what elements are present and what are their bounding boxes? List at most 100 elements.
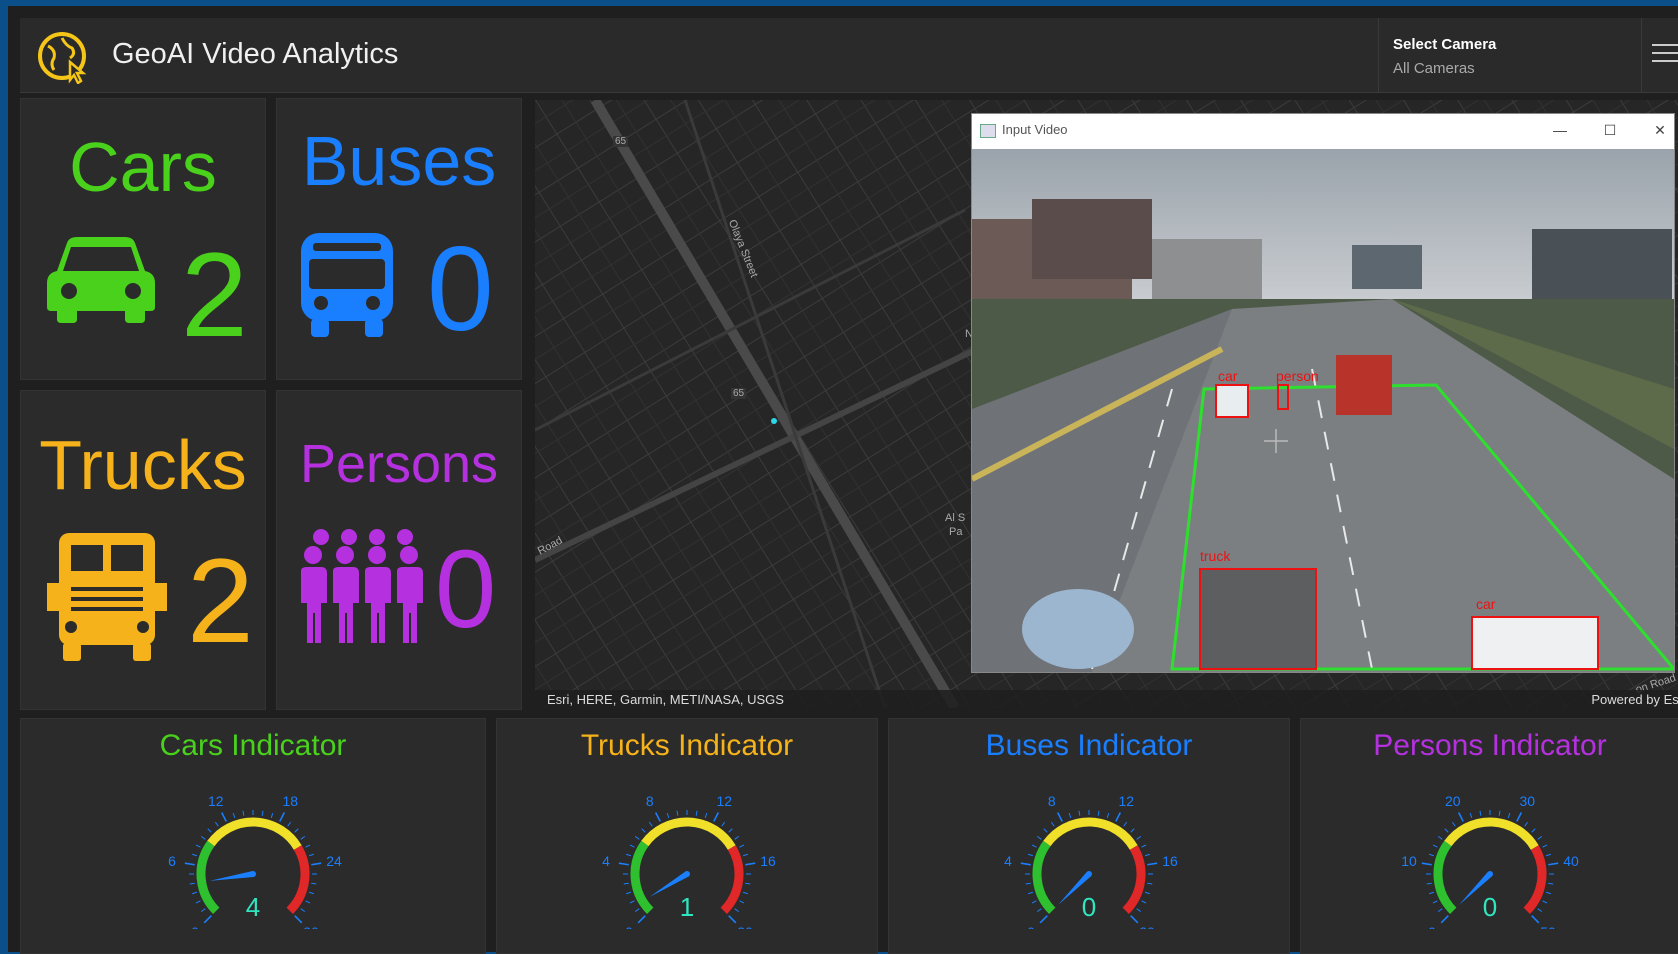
gauge-tick bbox=[1078, 810, 1081, 816]
gauge-band bbox=[720, 845, 744, 914]
gauge-tick bbox=[279, 812, 286, 822]
gauge-tick bbox=[1548, 882, 1554, 885]
gauge-band bbox=[1523, 845, 1547, 914]
persons-gauge: 0 10 20 30 40 50 0 bbox=[1401, 793, 1579, 929]
gauge-tick bbox=[1043, 828, 1048, 833]
video-titlebar[interactable]: Input Video — ☐ ✕ bbox=[972, 114, 1674, 146]
gauge-tick bbox=[220, 812, 227, 822]
minimize-icon[interactable]: — bbox=[1548, 120, 1572, 140]
gauge-tick bbox=[634, 908, 640, 913]
gauge-tick bbox=[261, 810, 264, 816]
gauge-needle-hub bbox=[684, 871, 690, 877]
gauge-tick bbox=[308, 891, 315, 895]
gauge-tick-label: 30 bbox=[1519, 793, 1535, 809]
gauge-band bbox=[641, 817, 736, 850]
camera-select[interactable]: Select Camera All Cameras bbox=[1378, 18, 1642, 92]
camera-location-marker[interactable] bbox=[771, 418, 777, 424]
detection-label: truck bbox=[1200, 548, 1231, 564]
input-video-window[interactable]: Input Video — ☐ ✕ car person truck car bbox=[971, 113, 1675, 673]
trucks-count-tile: Trucks 2 bbox=[20, 390, 266, 710]
gauge-tick bbox=[305, 900, 311, 904]
gauge-tick bbox=[1141, 900, 1147, 904]
gauge-tick bbox=[200, 908, 206, 913]
detection-label: car bbox=[1218, 368, 1238, 384]
gauge-tick bbox=[1421, 862, 1432, 866]
gauge-tick-label: 0 bbox=[625, 924, 633, 929]
gauge-tick bbox=[1437, 835, 1443, 840]
gauge-tick bbox=[294, 915, 303, 924]
gauge-tick bbox=[1428, 853, 1435, 857]
gauge-value: 1 bbox=[680, 892, 694, 922]
gauge-tick bbox=[1039, 915, 1048, 924]
trucks-indicator-panel: Trucks Indicator 0 4 8 12 16 20 1 bbox=[496, 718, 878, 954]
gauge-tick bbox=[308, 853, 315, 857]
gauge-tick-label: 50 bbox=[1540, 924, 1556, 929]
buses-tile-title: Buses bbox=[301, 122, 497, 200]
gauge-tick bbox=[1428, 891, 1435, 895]
gauge-band bbox=[1032, 840, 1056, 914]
gauge-tick bbox=[1056, 812, 1063, 822]
gauge-tick bbox=[728, 828, 733, 833]
cars-indicator-panel: Cars Indicator 0 6 12 18 24 30 4 bbox=[20, 718, 486, 954]
gauge-tick bbox=[1141, 844, 1147, 848]
gauge-tick bbox=[1432, 900, 1438, 904]
gauge-tick bbox=[287, 821, 292, 827]
buses-count: 0 bbox=[427, 222, 494, 356]
gauge-tick bbox=[203, 915, 212, 924]
gauge-tick bbox=[1516, 812, 1523, 822]
cars-count: 2 bbox=[181, 228, 248, 362]
gauge-tick-label: 12 bbox=[716, 793, 732, 809]
buses-count-tile: Buses 0 bbox=[276, 98, 522, 380]
route-shield-label: 65 bbox=[731, 388, 747, 399]
gauge-tick bbox=[676, 810, 679, 816]
gauge-tick bbox=[734, 908, 740, 913]
gauge-tick bbox=[1027, 853, 1034, 857]
hamburger-menu-icon[interactable] bbox=[1652, 38, 1678, 68]
gauge-tick-label: 20 bbox=[1445, 793, 1461, 809]
gauge-band bbox=[1122, 845, 1146, 914]
gauge-tick bbox=[270, 812, 274, 819]
gauge-tick bbox=[1531, 828, 1536, 833]
gauge-value: 0 bbox=[1082, 892, 1096, 922]
gauge-tick-label: 20 bbox=[737, 924, 753, 929]
gauge-tick bbox=[1479, 810, 1482, 816]
maximize-icon[interactable]: ☐ bbox=[1598, 120, 1622, 140]
gauge-tick bbox=[232, 812, 236, 819]
gauge-tick bbox=[1545, 853, 1552, 857]
trucks-gauge: 0 4 8 12 16 20 1 bbox=[602, 793, 776, 929]
camera-select-value[interactable]: All Cameras bbox=[1393, 60, 1475, 77]
gauge-tick-label: 4 bbox=[1004, 853, 1012, 869]
gauge-tick bbox=[1524, 821, 1529, 827]
gauge-tick bbox=[1130, 915, 1139, 924]
close-icon[interactable]: ✕ bbox=[1648, 120, 1672, 140]
gauge-tick bbox=[1542, 844, 1548, 848]
gauge-tick-label: 0 bbox=[191, 924, 199, 929]
cars-indicator-title: Cars Indicator bbox=[159, 729, 347, 762]
bus-icon bbox=[301, 233, 393, 337]
gauge-tick bbox=[1432, 844, 1438, 848]
buses-indicator-title: Buses Indicator bbox=[985, 729, 1193, 762]
gauge-tick-label: 6 bbox=[168, 853, 176, 869]
gauge-tick bbox=[1507, 812, 1511, 819]
header-bar: GeoAI Video Analytics Select Camera All … bbox=[20, 18, 1678, 93]
gauge-band bbox=[1433, 840, 1457, 914]
gauge-tick bbox=[195, 900, 201, 904]
gauge-tick bbox=[1130, 828, 1135, 833]
gauge-tick bbox=[634, 835, 640, 840]
gauge-tick-label: 16 bbox=[760, 853, 776, 869]
gauge-tick bbox=[1451, 821, 1456, 827]
gauge-needle-hub bbox=[250, 871, 256, 877]
powered-by-label[interactable]: Powered by Esri bbox=[1591, 692, 1678, 707]
gauge-tick bbox=[739, 844, 745, 848]
gauge-tick bbox=[1548, 862, 1559, 866]
gauge-band bbox=[207, 817, 302, 850]
window-app-icon bbox=[980, 124, 996, 138]
gauge-tick bbox=[1457, 812, 1464, 822]
gauge-tick bbox=[1426, 882, 1432, 885]
gauge-tick bbox=[1437, 908, 1443, 913]
persons-icon bbox=[301, 529, 423, 643]
gauge-tick bbox=[191, 891, 198, 895]
gauge-tick bbox=[1036, 908, 1042, 913]
gauge-tick-label: 4 bbox=[602, 853, 610, 869]
map-attribution-bar: Esri, HERE, Garmin, METI/NASA, USGS Powe… bbox=[535, 690, 1678, 708]
